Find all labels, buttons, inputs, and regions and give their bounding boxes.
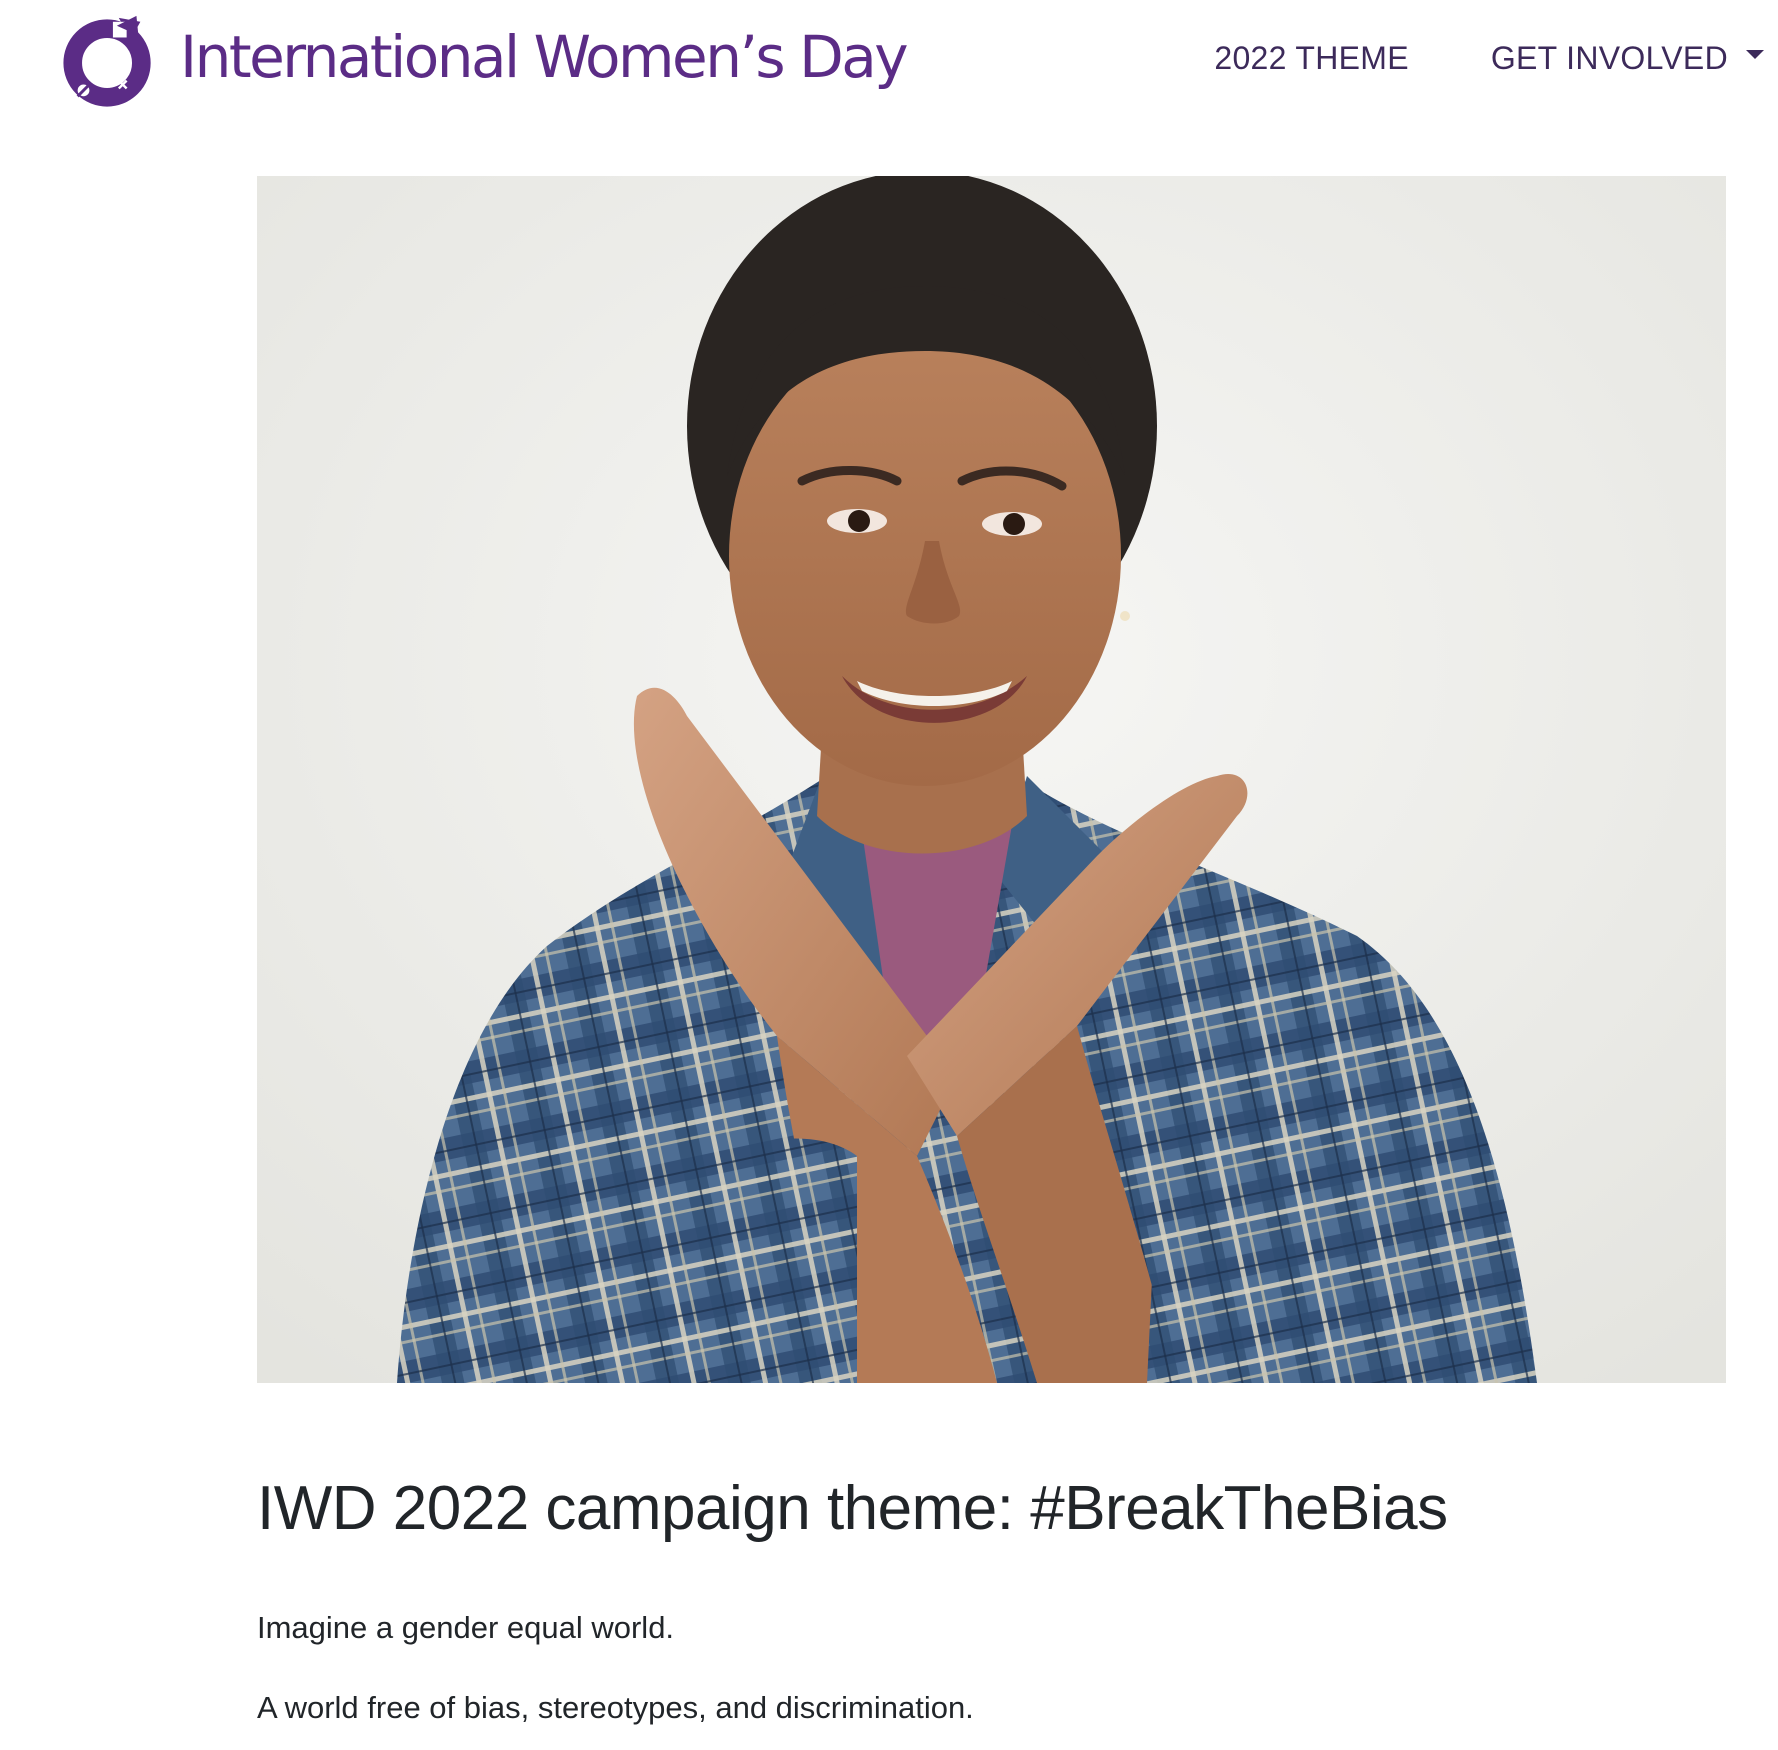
site-header: International Women’s Day 2022 THEME GET… [0,0,1778,130]
main-nav: 2022 THEME GET INVOLVED [1214,40,1778,77]
caret-down-icon [1746,50,1764,59]
article-title: IWD 2022 campaign theme: #BreakTheBias [257,1474,1448,1543]
logo-wordmark: International Women’s Day [180,23,909,91]
site-logo-link[interactable]: International Women’s Day [60,12,909,110]
nav-item-2022-theme[interactable]: 2022 THEME [1214,40,1409,77]
iwd-logo-icon [63,15,151,107]
article-paragraph: Imagine a gender equal world. [257,1610,675,1645]
nav-item-label: 2022 THEME [1214,40,1409,76]
hero-image [257,176,1726,1383]
article-paragraph: A world free of bias, stereotypes, and d… [257,1690,974,1725]
nav-item-label: GET INVOLVED [1490,40,1728,76]
nav-item-get-involved-dropdown[interactable]: GET INVOLVED [1491,40,1778,77]
hero-photo [257,176,1726,1383]
